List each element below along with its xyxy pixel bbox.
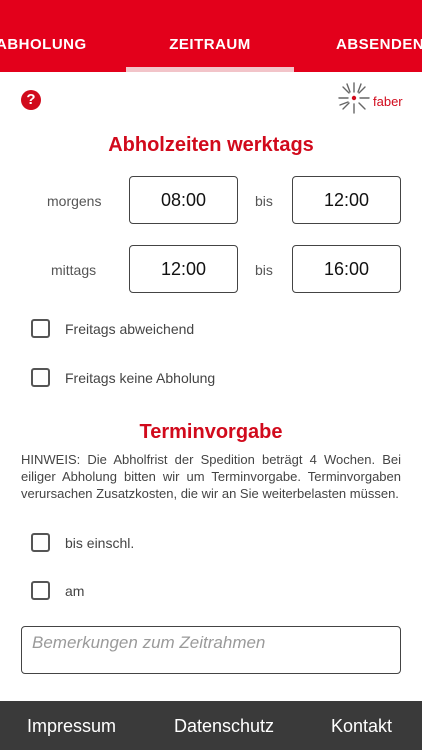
friday-none-label: Freitags keine Abholung	[65, 370, 216, 386]
afternoon-from-time[interactable]: 12:00	[129, 245, 238, 293]
on-date-checkbox[interactable]	[31, 581, 50, 600]
friday-different-checkbox[interactable]	[31, 319, 50, 338]
on-date-label: am	[65, 583, 85, 599]
datenschutz-link[interactable]: Datenschutz	[174, 716, 274, 737]
morning-to-time[interactable]: 12:00	[292, 176, 401, 224]
footer-bar: Impressum Datenschutz Kontakt	[0, 701, 422, 750]
help-icon[interactable]: ?	[21, 90, 41, 110]
kontakt-link[interactable]: Kontakt	[331, 716, 392, 737]
afternoon-label: mittags	[51, 262, 97, 278]
tab-absenden[interactable]: ABSENDEN	[336, 36, 422, 53]
faber-logo: faber	[336, 80, 406, 116]
until-date-checkbox[interactable]	[31, 533, 50, 552]
friday-different-label: Freitags abweichend	[65, 321, 195, 337]
tab-abholung[interactable]: ABHOLUNG	[0, 36, 87, 53]
logo-text: faber	[373, 94, 403, 109]
afternoon-to-time[interactable]: 16:00	[292, 245, 401, 293]
appointment-notice: HINWEIS: Die Abholfrist der Spedition be…	[21, 452, 401, 501]
morning-separator: bis	[255, 193, 273, 209]
remarks-input[interactable]	[21, 626, 401, 674]
starburst-icon	[338, 82, 370, 114]
appointment-title: Terminvorgabe	[139, 421, 283, 443]
pickup-times-title: Abholzeiten werktags	[108, 134, 314, 156]
until-date-label: bis einschl.	[65, 535, 135, 551]
active-tab-indicator	[126, 67, 294, 72]
afternoon-separator: bis	[255, 262, 273, 278]
tab-zeitraum[interactable]: ZEITRAUM	[126, 36, 294, 53]
top-tab-bar: ABHOLUNG ZEITRAUM ABSENDEN	[0, 0, 422, 72]
friday-none-checkbox[interactable]	[31, 368, 50, 387]
morning-from-time[interactable]: 08:00	[129, 176, 238, 224]
morning-label: morgens	[47, 193, 102, 209]
impressum-link[interactable]: Impressum	[27, 716, 116, 737]
